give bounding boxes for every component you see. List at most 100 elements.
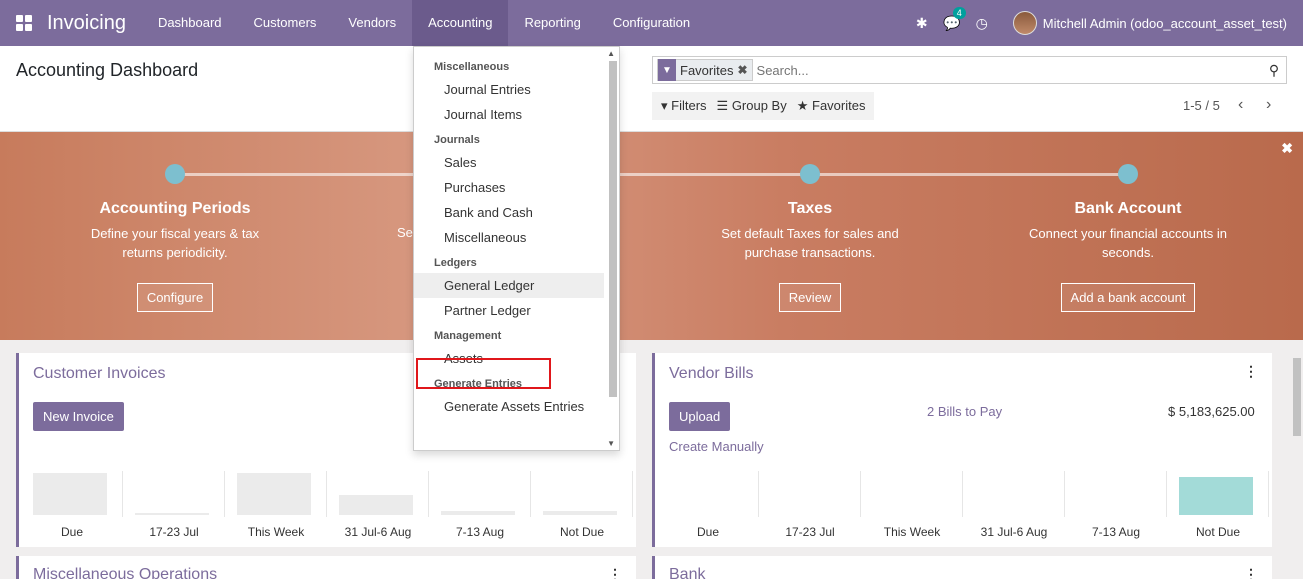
- menu-item-journal-items[interactable]: Journal Items: [414, 102, 604, 127]
- menu-item-generate-assets-entries[interactable]: Generate Assets Entries: [414, 394, 604, 419]
- section-header-miscellaneous: Miscellaneous: [434, 61, 510, 73]
- group-by-button[interactable]: ☰ Group By: [712, 98, 792, 114]
- graph-label: This Week: [247, 525, 305, 539]
- graph-column: [1167, 471, 1269, 517]
- card-menu-icon[interactable]: ⋮: [1244, 566, 1258, 579]
- menu-item-purchases[interactable]: Purchases: [414, 175, 604, 200]
- steps-connector: [175, 173, 1128, 176]
- pager-value[interactable]: 1-5 / 5: [1183, 98, 1220, 113]
- graph-label: Not Due: [559, 525, 605, 539]
- graph-column: [531, 471, 633, 517]
- upload-button[interactable]: Upload: [669, 402, 731, 431]
- debug-bug-icon[interactable]: ✱: [907, 15, 937, 32]
- graph-column: [225, 471, 327, 517]
- user-name[interactable]: Mitchell Admin (odoo_account_asset_test): [1043, 16, 1287, 31]
- create-manually-link[interactable]: Create Manually: [669, 439, 764, 454]
- chat-badge: 4: [952, 6, 966, 19]
- search-options: ▾ Filters ☰ Group By ★ Favorites: [652, 92, 875, 120]
- configure-button[interactable]: Configure: [136, 283, 214, 312]
- menu-customers[interactable]: Customers: [238, 0, 333, 46]
- add-bank-account-button[interactable]: Add a bank account: [1060, 283, 1196, 312]
- card-title[interactable]: Vendor Bills: [669, 365, 754, 383]
- menu-accounting[interactable]: Accounting: [412, 0, 509, 46]
- apps-menu-icon[interactable]: [16, 15, 32, 31]
- graph-bar[interactable]: [237, 473, 311, 515]
- step-title: Accounting Periods: [99, 200, 251, 217]
- menu-vendors[interactable]: Vendors: [332, 0, 412, 46]
- graph-bar[interactable]: [33, 473, 107, 515]
- graph-bar[interactable]: [135, 513, 209, 515]
- new-invoice-button[interactable]: New Invoice: [33, 402, 124, 431]
- graph-column: [759, 471, 861, 517]
- graph-label: 7-13 Aug: [455, 525, 505, 539]
- card-menu-icon[interactable]: ⋮: [608, 566, 622, 579]
- menu-dashboard[interactable]: Dashboard: [142, 0, 238, 46]
- graph-bar[interactable]: [543, 511, 617, 515]
- assets-highlight-box: [416, 358, 551, 389]
- graph-labels: Due 17-23 Jul This Week 31 Jul-6 Aug 7-13 Au…: [21, 525, 633, 539]
- accounting-dropdown-menu: Miscellaneous Journal Entries Journal It…: [413, 46, 620, 451]
- menu-item-bank-and-cash[interactable]: Bank and Cash: [414, 200, 604, 225]
- bills-amount: $ 5,183,625.00: [1168, 404, 1255, 419]
- step-description: Connect your financial accounts in second…: [1028, 226, 1227, 260]
- facet-remove-icon[interactable]: ✖: [737, 63, 751, 77]
- step-dot: [800, 164, 820, 184]
- facet-label: Favorites: [680, 62, 734, 78]
- step-title: Bank Account: [1074, 200, 1182, 217]
- card-title[interactable]: Miscellaneous Operations: [33, 566, 217, 579]
- step-dot: [1118, 164, 1138, 184]
- pager-previous-icon[interactable]: ‹: [1238, 96, 1243, 114]
- graph-bar[interactable]: [1179, 477, 1253, 515]
- customer-invoices-graph[interactable]: [21, 471, 633, 517]
- step-title: Taxes: [787, 200, 833, 217]
- filters-button[interactable]: ▾ Filters: [656, 98, 712, 114]
- favorites-button[interactable]: ★ Favorites: [792, 98, 871, 114]
- menu-reporting[interactable]: Reporting: [508, 0, 596, 46]
- graph-column: [1065, 471, 1167, 517]
- graph-column: [429, 471, 531, 517]
- graph-label: 31 Jul-6 Aug: [980, 525, 1048, 539]
- filter-icon: ▼: [658, 59, 676, 81]
- dropdown-scrollbar[interactable]: [609, 61, 617, 397]
- step-description: Set default Taxes for sales and purchase …: [721, 226, 899, 260]
- pager-next-icon[interactable]: ›: [1266, 96, 1271, 114]
- card-menu-icon[interactable]: ⋮: [1244, 363, 1258, 380]
- menu-item-miscellaneous[interactable]: Miscellaneous: [414, 225, 604, 250]
- vendor-bills-graph[interactable]: [657, 471, 1269, 517]
- graph-label: 17-23 Jul: [785, 525, 835, 539]
- search-input[interactable]: [756, 62, 1262, 78]
- menu-configuration[interactable]: Configuration: [597, 0, 706, 46]
- graph-column: [861, 471, 963, 517]
- step-dot: [165, 164, 185, 184]
- misc-operations-card: Miscellaneous Operations ⋮: [16, 556, 636, 579]
- scroll-up-icon[interactable]: ▲: [607, 49, 615, 58]
- menu-item-journal-entries[interactable]: Journal Entries: [414, 77, 604, 102]
- card-title[interactable]: Customer Invoices: [33, 365, 166, 383]
- close-icon[interactable]: ✖: [1281, 140, 1293, 157]
- activity-clock-icon[interactable]: ◷: [967, 15, 997, 32]
- graph-bar[interactable]: [441, 511, 515, 515]
- search-icon[interactable]: ⚲: [1262, 62, 1286, 79]
- scroll-down-icon[interactable]: ▼: [607, 439, 615, 448]
- graph-label: This Week: [883, 525, 941, 539]
- page-scrollbar[interactable]: [1293, 358, 1301, 436]
- bank-card: Bank ⋮: [652, 556, 1272, 579]
- menu-item-general-ledger[interactable]: General Ledger: [414, 273, 604, 298]
- bills-to-pay-link[interactable]: 2 Bills to Pay: [927, 404, 1002, 419]
- graph-column: [21, 471, 123, 517]
- menu-item-partner-ledger[interactable]: Partner Ledger: [414, 298, 604, 323]
- graph-label: Due: [696, 525, 719, 539]
- vendor-bills-card: Vendor Bills ⋮ Upload 2 Bills to Pay $ 5…: [652, 353, 1272, 547]
- review-button[interactable]: Review: [778, 283, 842, 312]
- step-bank-account: Bank Account Connect your financial acco…: [1018, 164, 1238, 312]
- search-facet: ▼ Favorites ✖: [657, 59, 753, 81]
- graph-label: 7-13 Aug: [1091, 525, 1141, 539]
- card-title[interactable]: Bank: [669, 566, 705, 579]
- top-navbar: Invoicing Dashboard Customers Vendors Ac…: [0, 0, 1303, 46]
- step-partial-text: Se: [397, 225, 413, 240]
- graph-bar[interactable]: [339, 495, 413, 515]
- control-panel: Accounting Dashboard ▼ Favorites ✖ ⚲ ▾ F…: [0, 46, 1303, 132]
- avatar[interactable]: [1012, 11, 1037, 35]
- chat-icon[interactable]: 💬 4: [937, 6, 967, 32]
- menu-item-sales[interactable]: Sales: [414, 150, 604, 175]
